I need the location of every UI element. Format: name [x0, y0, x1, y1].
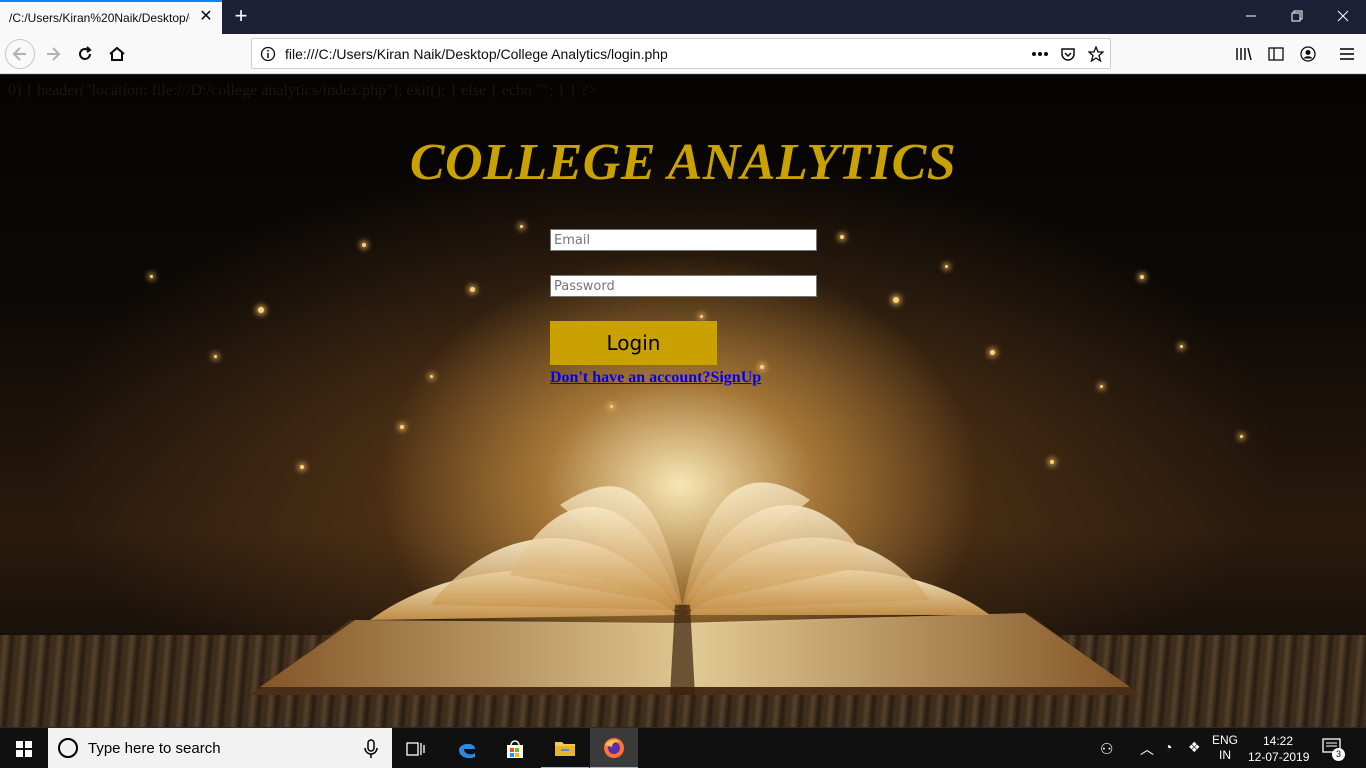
task-view-icon[interactable] — [392, 728, 440, 768]
microphone-icon[interactable] — [364, 739, 378, 759]
region-code: IN — [1219, 748, 1231, 762]
windows-taskbar: Type here to search ⚇ ︿ ◔ ❖ ENG IN 14:22… — [0, 727, 1366, 768]
clock[interactable]: 14:22 12-07-2019 — [1248, 733, 1310, 765]
page-actions-icon[interactable] — [1031, 45, 1049, 63]
reload-icon[interactable] — [70, 39, 100, 69]
navigation-bar: file:///C:/Users/Kiran Naik/Desktop/Coll… — [0, 34, 1366, 74]
language-indicator[interactable]: ENG IN — [1212, 733, 1238, 763]
search-placeholder: Type here to search — [88, 740, 221, 757]
dropbox-icon[interactable]: ❖ — [1188, 739, 1201, 756]
tab-close-icon[interactable]: ✕ — [198, 9, 214, 25]
clock-date: 12-07-2019 — [1248, 750, 1310, 764]
minimize-icon[interactable] — [1228, 0, 1274, 32]
address-bar[interactable]: file:///C:/Users/Kiran Naik/Desktop/Coll… — [251, 38, 1111, 69]
clock-time: 14:22 — [1262, 734, 1294, 748]
account-icon[interactable] — [1298, 44, 1318, 64]
file-explorer-icon[interactable] — [541, 728, 589, 768]
sidebar-icon[interactable] — [1266, 44, 1286, 64]
tab-title: /C:/Users/Kiran%20Naik/Desktop/College A… — [9, 11, 190, 25]
forward-arrow-icon[interactable] — [38, 39, 68, 69]
bookmark-star-icon[interactable] — [1087, 45, 1105, 63]
home-icon[interactable] — [102, 39, 132, 69]
signup-link[interactable]: Don't have an account?SignUp — [550, 369, 761, 387]
wifi-icon[interactable]: ◔ — [1164, 739, 1172, 755]
start-button[interactable] — [0, 728, 48, 768]
info-icon[interactable] — [260, 46, 276, 62]
pocket-icon[interactable] — [1059, 45, 1077, 63]
php-source-leak-text: 0) { header("location: file:///D:/colleg… — [8, 82, 597, 99]
library-icon[interactable] — [1234, 44, 1254, 64]
login-button[interactable]: Login — [550, 321, 717, 365]
email-field[interactable] — [550, 229, 817, 251]
windows-logo-icon — [16, 740, 32, 757]
notification-badge: 3 — [1332, 748, 1345, 761]
open-book-image — [230, 405, 1160, 705]
firefox-icon[interactable] — [590, 728, 638, 768]
back-arrow-icon — [5, 39, 35, 69]
cortana-icon — [58, 738, 78, 758]
url-text[interactable]: file:///C:/Users/Kiran Naik/Desktop/Coll… — [285, 46, 668, 62]
tab-strip: /C:/Users/Kiran%20Naik/Desktop/College A… — [0, 0, 1366, 34]
notification-center-icon[interactable]: 3 — [1322, 738, 1345, 761]
chevron-up-icon[interactable]: ︿ — [1140, 739, 1154, 759]
store-icon[interactable] — [491, 728, 539, 768]
people-icon[interactable]: ⚇ — [1100, 740, 1113, 758]
app-title: COLLEGE ANALYTICS — [409, 134, 957, 191]
edge-browser-icon[interactable] — [443, 728, 491, 768]
restore-icon[interactable] — [1274, 0, 1320, 32]
password-field[interactable] — [550, 275, 817, 297]
new-tab-icon[interactable]: + — [229, 5, 253, 29]
menu-hamburger-icon[interactable] — [1337, 44, 1357, 64]
close-window-icon[interactable] — [1320, 0, 1366, 32]
back-button[interactable] — [5, 39, 35, 69]
taskbar-search-box[interactable]: Type here to search — [48, 728, 392, 768]
browser-tab[interactable]: /C:/Users/Kiran%20Naik/Desktop/College A… — [0, 0, 222, 34]
language-code: ENG — [1212, 733, 1239, 747]
page-content: 0) { header("location: file:///D:/colleg… — [0, 75, 1366, 727]
